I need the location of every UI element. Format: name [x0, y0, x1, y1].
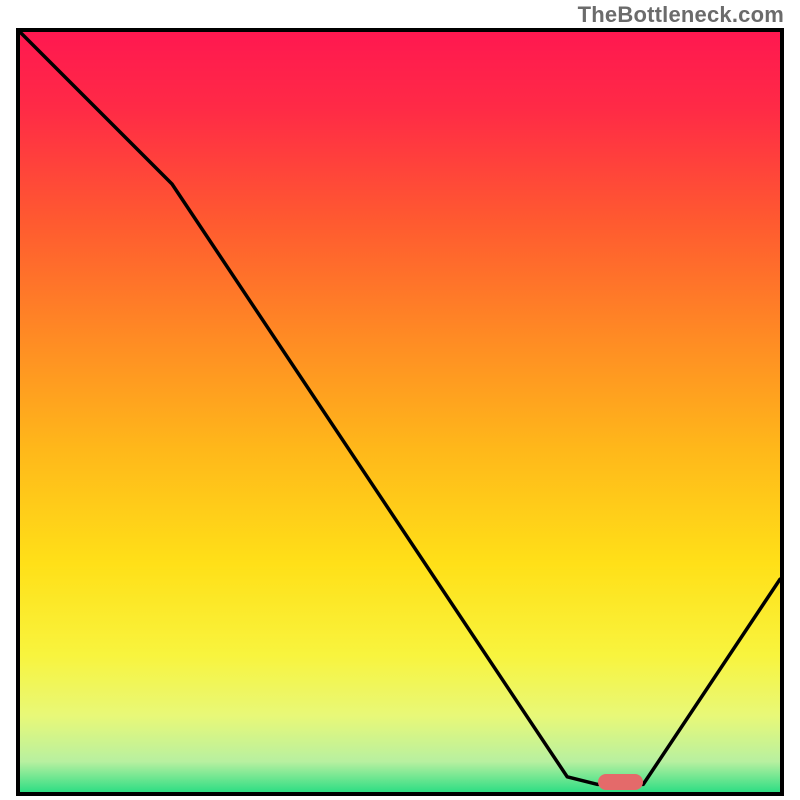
- chart-frame: [16, 28, 784, 796]
- optimum-marker: [598, 774, 644, 790]
- watermark-text: TheBottleneck.com: [578, 2, 784, 28]
- chart-curve: [20, 32, 780, 792]
